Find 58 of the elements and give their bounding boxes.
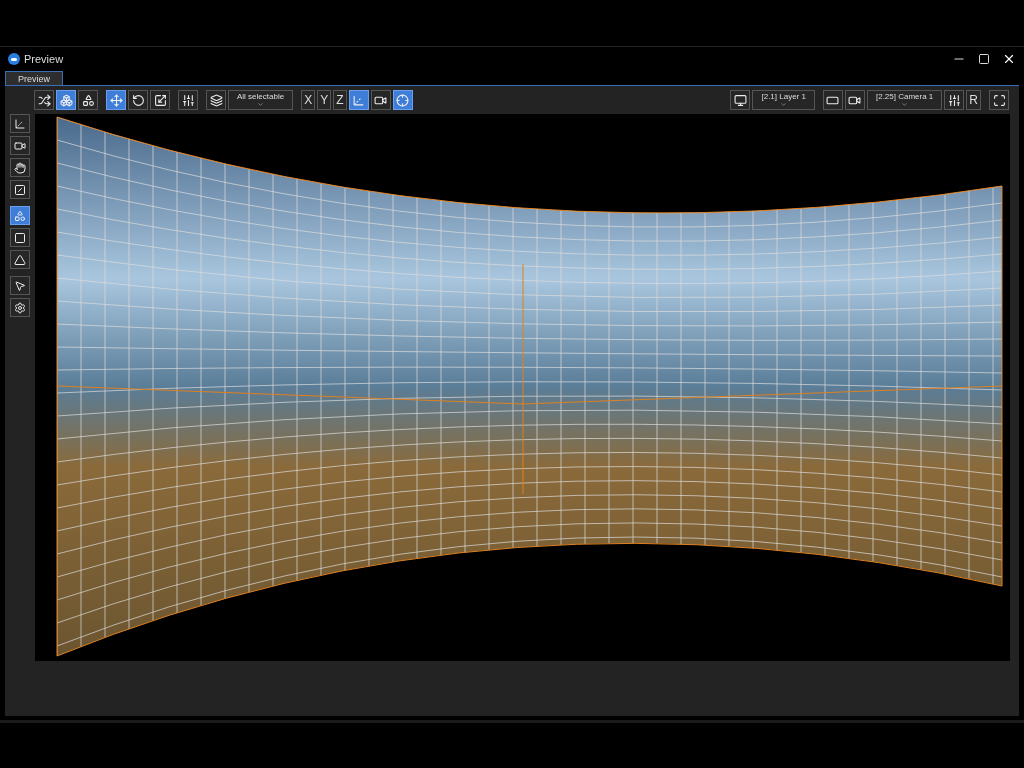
- toolbar-button[interactable]: [150, 90, 170, 110]
- toolbar-button[interactable]: [392, 90, 413, 110]
- layer-dropdown[interactable]: All selectable: [228, 90, 294, 110]
- side-tool-button[interactable]: [10, 158, 30, 177]
- side-tool-button[interactable]: [10, 180, 30, 199]
- pointer-icon: [14, 279, 26, 292]
- axis-toggle-button[interactable]: Y: [317, 90, 332, 110]
- layer-dropdown[interactable]: [2.25] Camera 1: [866, 90, 943, 110]
- camera-icon: [14, 139, 26, 152]
- hand-icon: [14, 161, 26, 174]
- objects-icon: [59, 93, 73, 107]
- close-icon[interactable]: [1002, 52, 1016, 66]
- chevron-down-icon: [780, 100, 788, 108]
- axis-toggle-button[interactable]: Z: [333, 90, 347, 110]
- app-logo-icon: [8, 53, 20, 65]
- triangle-icon: [14, 253, 26, 266]
- shapes-icon: [14, 209, 26, 222]
- shapes-icon: [81, 93, 95, 107]
- monitor-icon: [733, 93, 747, 107]
- toolbar-button[interactable]: [370, 90, 391, 110]
- slashed-square-icon: [14, 183, 26, 196]
- toolbar-button[interactable]: [34, 90, 54, 110]
- side-tool-button[interactable]: [10, 276, 30, 295]
- layer-dropdown[interactable]: [2.1] Layer 1: [752, 90, 815, 110]
- crosshair-icon: [396, 93, 409, 107]
- toolbar-button[interactable]: [78, 90, 98, 110]
- side-tool-button[interactable]: [10, 228, 30, 247]
- settings-icon: [14, 301, 26, 314]
- move-icon: [109, 93, 123, 107]
- fullscreen-icon: [992, 93, 1006, 107]
- axis-toggle-button[interactable]: R: [966, 90, 981, 110]
- rotate-icon: [131, 93, 145, 107]
- sliders-icon: [181, 93, 195, 107]
- side-tool-button[interactable]: [10, 250, 30, 269]
- viewport-drawing[interactable]: [35, 114, 1010, 661]
- side-tool-button[interactable]: [10, 298, 30, 317]
- toolbar-button[interactable]: [178, 90, 198, 110]
- scale-icon: [153, 93, 167, 107]
- toolbar-button[interactable]: [730, 90, 751, 110]
- window-title: Preview: [24, 51, 64, 67]
- square-icon: [14, 231, 26, 244]
- axes-icon: [352, 93, 365, 107]
- toolbar-button[interactable]: [822, 90, 843, 110]
- axis-toggle-button[interactable]: X: [301, 90, 316, 110]
- side-tool-button[interactable]: [10, 136, 30, 155]
- sliders-icon: [947, 93, 961, 107]
- toolbar-button[interactable]: [944, 90, 965, 110]
- maximize-icon[interactable]: [978, 53, 990, 65]
- chevron-down-icon: [901, 100, 909, 108]
- tab[interactable]: Preview: [5, 71, 63, 85]
- toolbar-button[interactable]: [989, 90, 1009, 110]
- layers-icon: [209, 93, 223, 107]
- axes-icon: [14, 117, 26, 130]
- toolbar-button[interactable]: [348, 90, 369, 110]
- toolbar-button[interactable]: [206, 90, 226, 110]
- toolbar-button[interactable]: [128, 90, 148, 110]
- chevron-down-icon: [257, 100, 265, 108]
- toolbar-button[interactable]: [844, 90, 865, 110]
